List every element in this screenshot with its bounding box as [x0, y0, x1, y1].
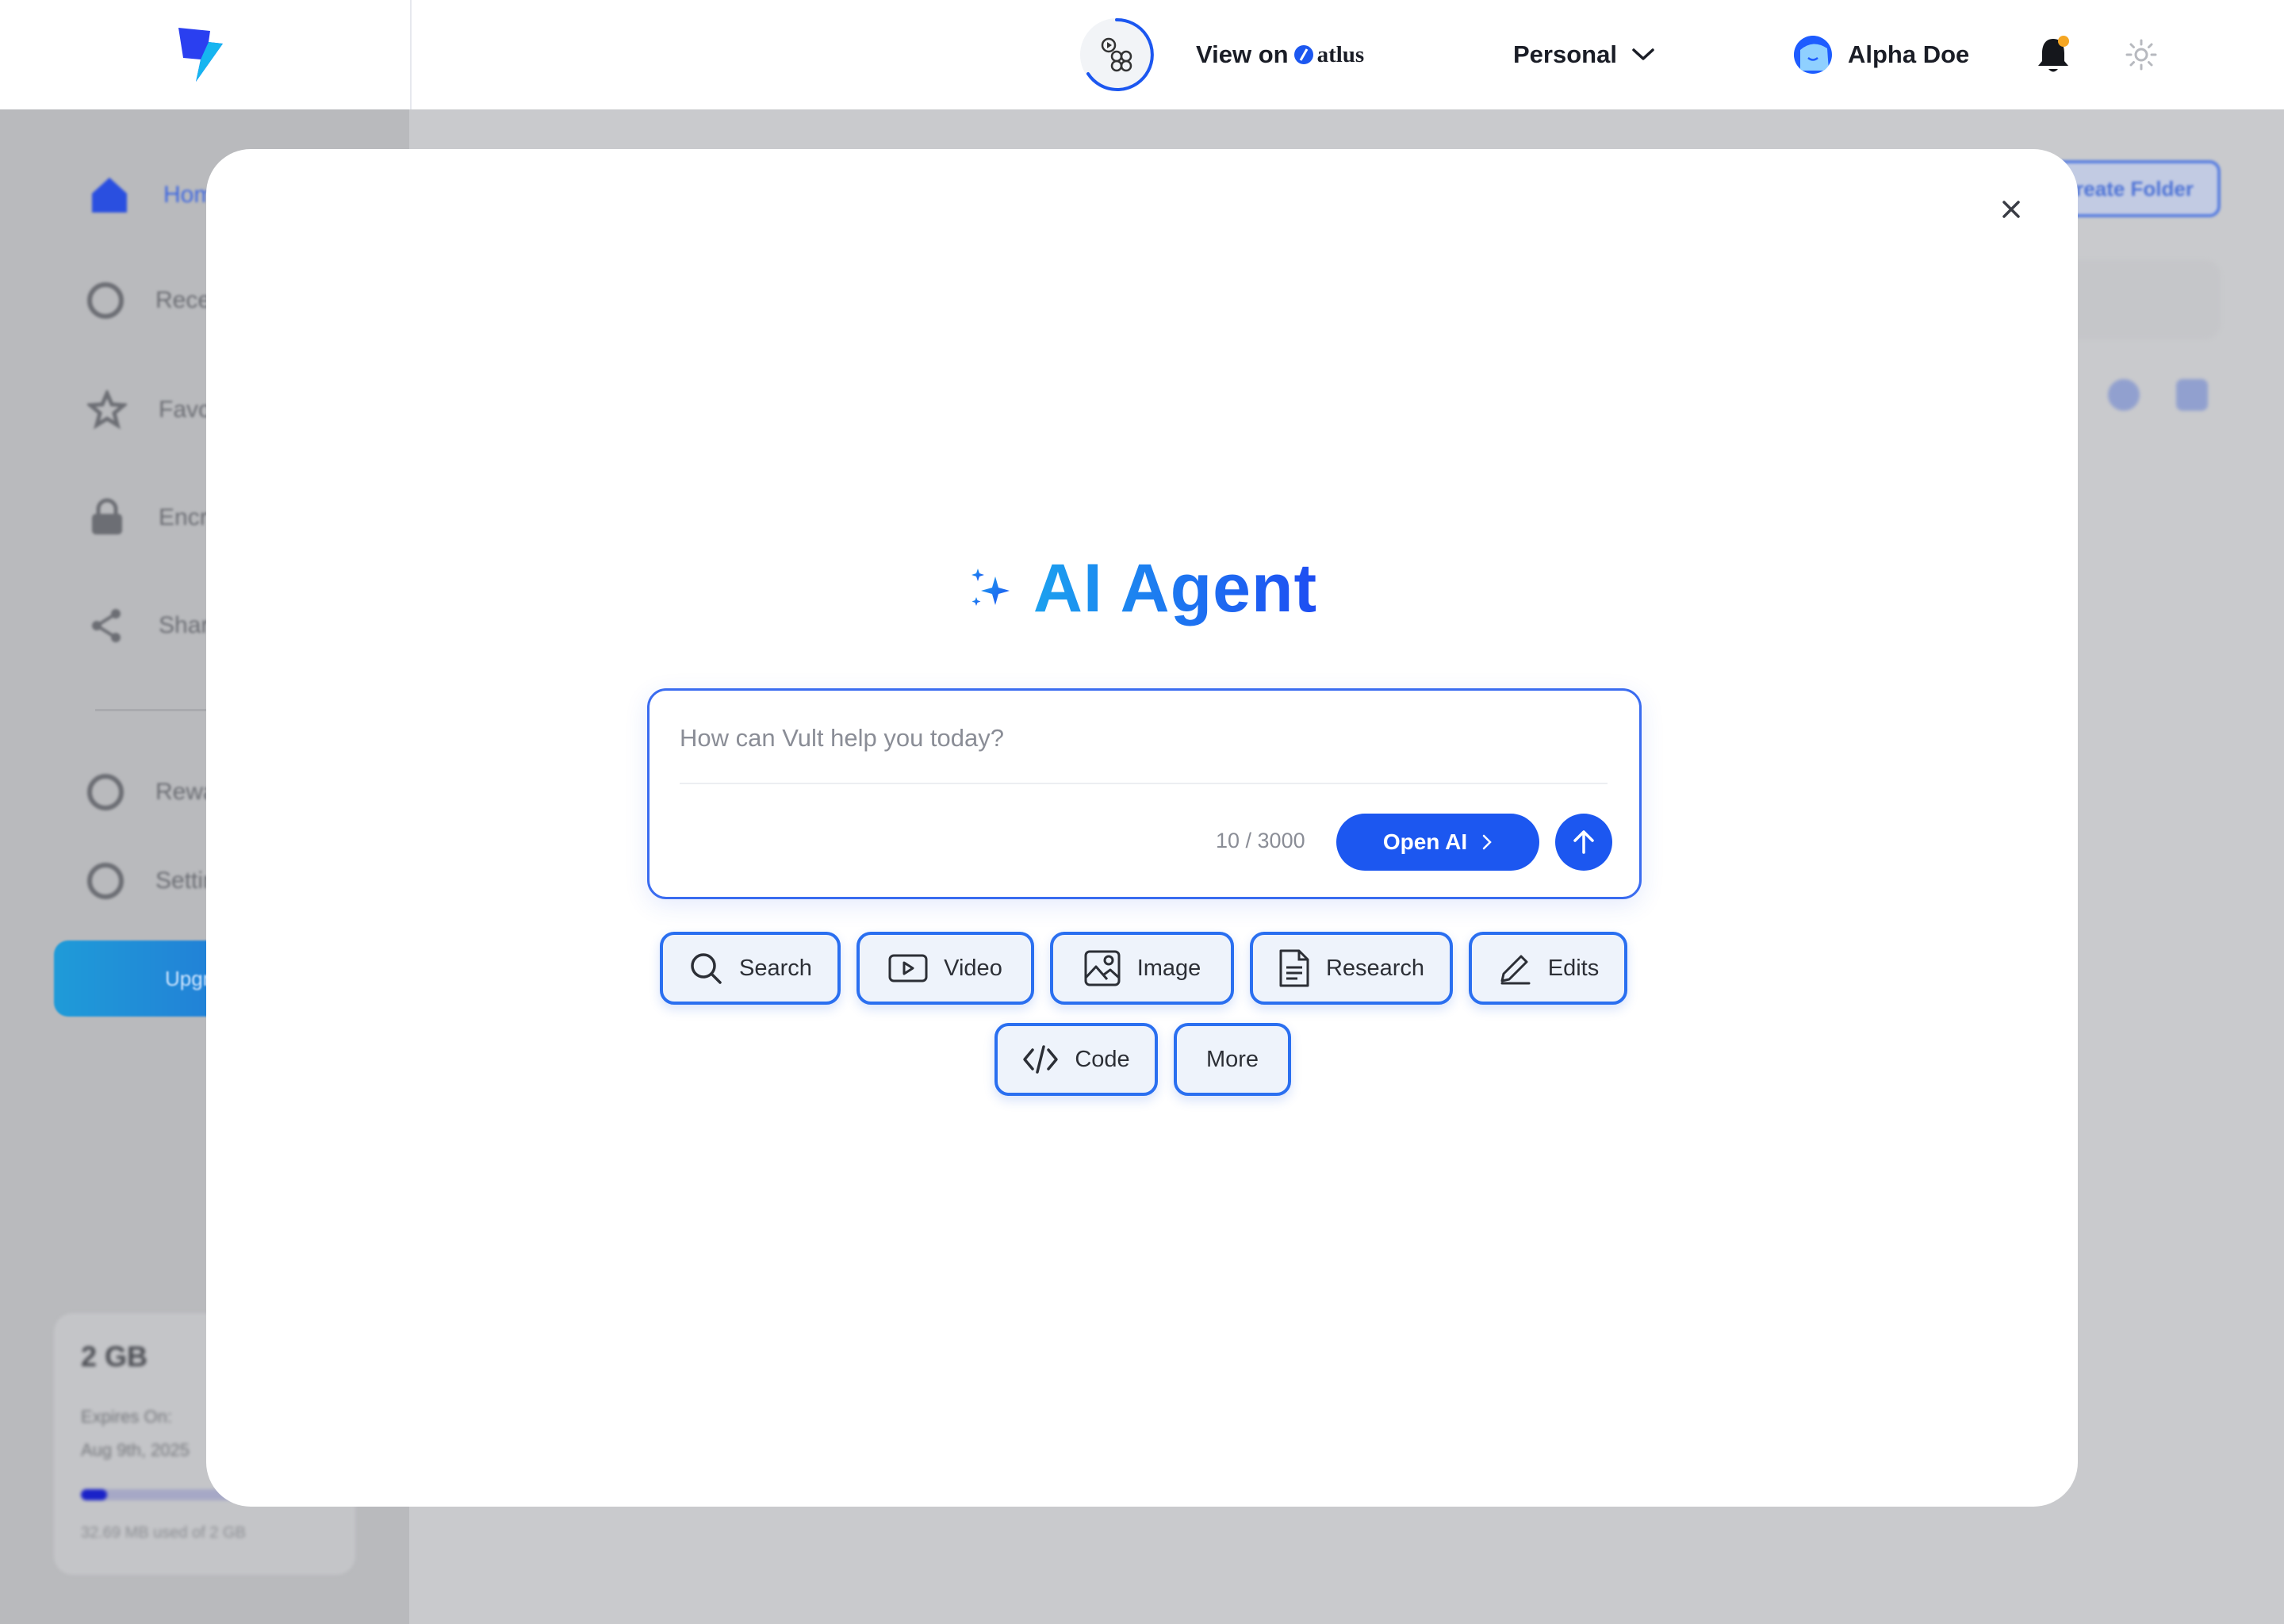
character-counter: 10 / 3000	[1216, 829, 1305, 852]
view-on-label: View on	[1196, 40, 1289, 68]
arrow-up-icon	[1573, 830, 1594, 854]
apps-switcher[interactable]	[1080, 0, 1154, 109]
star-icon	[87, 390, 127, 430]
ai-agent-modal: AI Agent 10 / 3000 Open AI Search V	[206, 149, 2078, 1507]
workspace-dropdown[interactable]: Personal	[1513, 0, 1655, 109]
prompt-divider	[680, 783, 1608, 784]
modal-title: AI Agent	[206, 550, 2078, 628]
create-folder-label: Create Folder	[2060, 176, 2194, 201]
atlus-text: atlus	[1316, 41, 1365, 67]
chip-search[interactable]: Search	[660, 932, 841, 1005]
view-on-atlus-link[interactable]: View on atlus	[1196, 0, 1364, 109]
chip-more[interactable]: More	[1174, 1023, 1291, 1096]
lock-icon	[92, 498, 122, 534]
logo-cell	[0, 0, 412, 109]
image-icon	[1084, 950, 1121, 986]
sparkle-icon	[971, 568, 1010, 606]
chip-label: More	[1205, 1046, 1259, 1072]
chip-label: Video	[944, 955, 1002, 981]
prompt-input[interactable]	[680, 713, 1608, 764]
close-icon[interactable]	[2001, 199, 2021, 220]
send-button[interactable]	[1555, 814, 1612, 871]
gift-icon	[87, 774, 124, 810]
chip-code[interactable]: Code	[994, 1023, 1158, 1096]
chip-label: Code	[1075, 1046, 1130, 1072]
storage-progress-fill	[81, 1489, 107, 1500]
notifications-button[interactable]	[2035, 0, 2071, 109]
chip-image[interactable]: Image	[1050, 932, 1234, 1005]
view-toggle-icon	[2176, 379, 2208, 411]
storage-usage: 32.69 MB used of 2 GB	[81, 1524, 246, 1542]
prompt-box: 10 / 3000 Open AI	[647, 688, 1642, 899]
gear-icon	[87, 863, 124, 899]
sun-icon[interactable]	[2125, 39, 2157, 71]
atlus-brand: atlus	[1293, 41, 1365, 68]
video-icon	[888, 954, 928, 982]
document-icon	[1279, 949, 1309, 987]
chip-video[interactable]: Video	[856, 932, 1034, 1005]
user-menu[interactable]: Alpha Doe	[1794, 0, 1969, 109]
share-icon	[92, 609, 121, 642]
top-bar: View on atlus Personal Alpha Doe	[0, 0, 2284, 109]
model-label: Open AI	[1382, 829, 1468, 854]
chevron-down-icon	[1632, 48, 1654, 60]
pencil-icon	[1500, 955, 1531, 985]
chip-label: Search	[739, 955, 812, 981]
search-icon	[691, 953, 722, 984]
user-name: Alpha Doe	[1848, 40, 1970, 68]
code-icon	[1023, 1045, 1059, 1074]
theme-toggle[interactable]	[2125, 0, 2157, 109]
home-icon	[92, 178, 127, 213]
chip-label: Image	[1136, 955, 1201, 981]
chip-label: Edits	[1547, 955, 1600, 981]
bell-icon[interactable]	[2035, 34, 2071, 75]
close-button[interactable]	[1992, 190, 2030, 228]
clock-icon	[87, 282, 124, 319]
refresh-icon	[2108, 379, 2140, 411]
avatar	[1794, 36, 1832, 74]
model-select-button[interactable]: Open AI	[1336, 814, 1539, 871]
chip-label: Research	[1325, 955, 1425, 981]
app-logo[interactable]	[175, 25, 236, 85]
chip-research[interactable]: Research	[1250, 932, 1453, 1005]
chip-edits[interactable]: Edits	[1469, 932, 1627, 1005]
apps-icon[interactable]	[1080, 17, 1154, 91]
workspace-label: Personal	[1513, 40, 1617, 68]
modal-title-text: AI Agent	[1033, 550, 1318, 626]
atlus-icon	[1293, 45, 1313, 64]
chevron-right-icon	[1482, 834, 1492, 850]
